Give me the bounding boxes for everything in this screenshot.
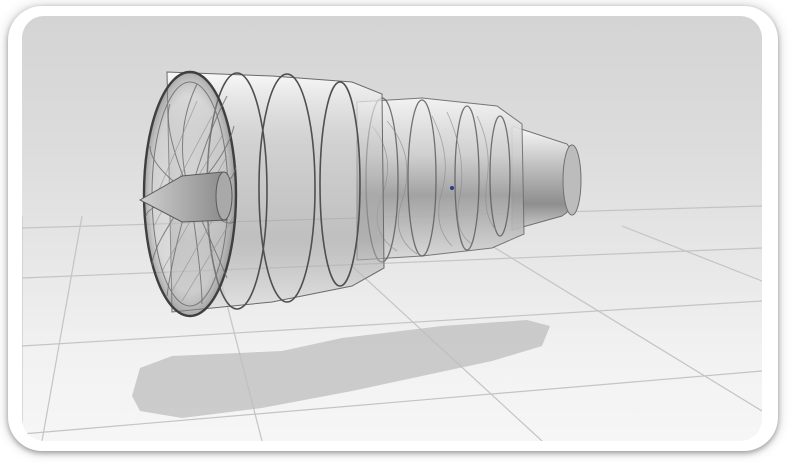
3d-viewport[interactable]	[22, 16, 762, 441]
engine-shadow	[132, 320, 550, 418]
engine-model	[138, 70, 582, 318]
rounded-frame	[8, 6, 778, 451]
engine-scene	[22, 70, 762, 441]
